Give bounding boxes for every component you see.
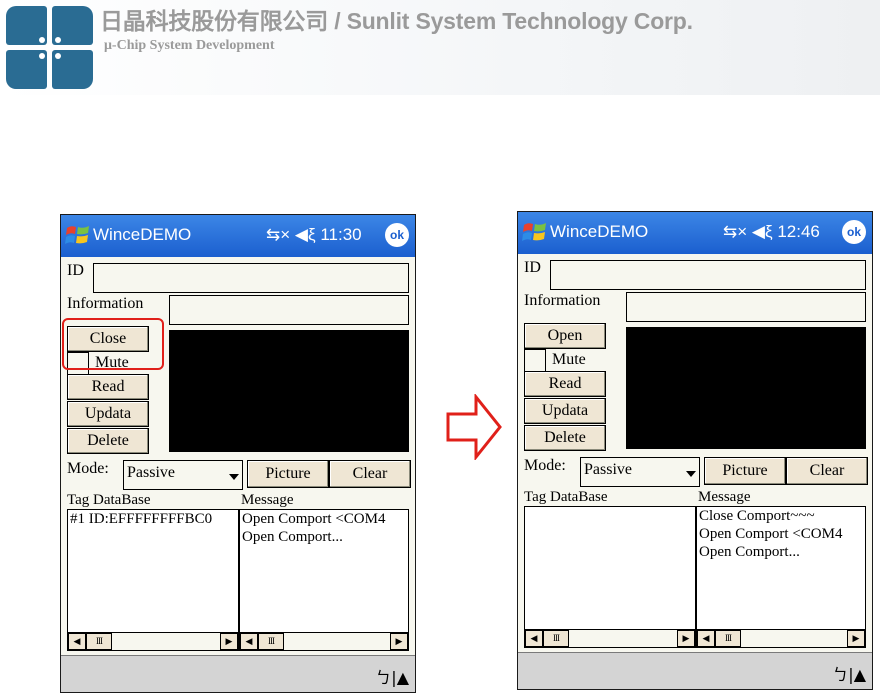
video-preview xyxy=(169,330,409,452)
mode-value: Passive xyxy=(584,461,632,478)
id-label: ID xyxy=(67,262,84,279)
bottom-menu-bar: ㄅ|▲ xyxy=(518,652,872,689)
read-button[interactable]: Read xyxy=(524,371,606,397)
list-item: Open Comport... xyxy=(699,544,800,560)
scroll-thumb[interactable]: III xyxy=(543,630,569,647)
list-item: Open Comport... xyxy=(242,529,343,545)
sip-keyboard-icon[interactable]: ㄅ|▲ xyxy=(832,661,866,685)
tag-horizontal-scrollbar[interactable]: ◀ III ▶ xyxy=(68,632,238,650)
information-label: Information xyxy=(67,295,144,312)
mode-select[interactable]: Passive xyxy=(580,457,700,487)
windows-start-icon[interactable] xyxy=(522,219,548,245)
header-banner: 日晶科技股份有限公司 / Sunlit System Technology Co… xyxy=(0,0,880,95)
id-label: ID xyxy=(524,259,541,276)
connectivity-icon[interactable]: ⇆× ◀ξ xyxy=(266,225,316,244)
delete-button[interactable]: Delete xyxy=(67,428,149,454)
information-label: Information xyxy=(524,292,601,309)
scroll-right-icon[interactable]: ▶ xyxy=(677,630,695,647)
message-horizontal-scrollbar[interactable]: ◀ III ▶ xyxy=(240,632,408,650)
app-title: WinceDEMO xyxy=(550,222,649,241)
scroll-thumb[interactable]: III xyxy=(258,633,284,650)
sip-keyboard-icon[interactable]: ㄅ|▲ xyxy=(375,664,409,688)
scroll-right-icon[interactable]: ▶ xyxy=(847,630,865,647)
company-tagline: μ-Chip System Development xyxy=(104,38,275,53)
right-arrow-icon xyxy=(446,394,502,460)
company-name: 日晶科技股份有限公司 / Sunlit System Technology Co… xyxy=(100,8,693,34)
updata-button[interactable]: Updata xyxy=(67,401,149,427)
scroll-left-icon[interactable]: ◀ xyxy=(697,630,715,647)
message-label: Message xyxy=(241,492,294,508)
clear-button[interactable]: Clear xyxy=(329,460,411,488)
bottom-menu-bar: ㄅ|▲ xyxy=(61,655,415,692)
windows-start-icon[interactable] xyxy=(65,222,91,248)
title-bar: WinceDEMO ⇆× ◀ξ 11:30 ok xyxy=(61,215,415,257)
list-item[interactable]: #1 ID:EFFFFFFFFBC0 xyxy=(68,510,238,528)
id-field[interactable] xyxy=(550,260,866,290)
scroll-right-icon[interactable]: ▶ xyxy=(220,633,238,650)
mode-select[interactable]: Passive xyxy=(123,460,243,490)
clock-time[interactable]: 12:46 xyxy=(777,222,820,241)
mode-value: Passive xyxy=(127,464,175,481)
scroll-left-icon[interactable]: ◀ xyxy=(240,633,258,650)
screen-after: WinceDEMO ⇆× ◀ξ 12:46 ok ID Information … xyxy=(517,211,873,690)
information-field[interactable] xyxy=(169,295,409,325)
message-horizontal-scrollbar[interactable]: ◀ III ▶ xyxy=(697,629,865,647)
title-bar: WinceDEMO ⇆× ◀ξ 12:46 ok xyxy=(518,212,872,254)
list-item: Close Comport~~~ xyxy=(699,508,815,524)
mode-label: Mode: xyxy=(67,460,109,477)
ok-button[interactable]: ok xyxy=(385,223,409,247)
tag-database-label: Tag DataBase xyxy=(524,489,608,505)
list-item: Open Comport <COM4 xyxy=(699,526,843,542)
scroll-thumb[interactable]: III xyxy=(86,633,112,650)
scroll-thumb[interactable]: III xyxy=(715,630,741,647)
company-logo xyxy=(6,6,94,90)
tag-database-list[interactable]: ◀ III ▶ xyxy=(524,506,696,648)
comport-toggle-button[interactable]: Open xyxy=(524,323,606,349)
list-item: Open Comport <COM4 xyxy=(242,511,386,527)
delete-button[interactable]: Delete xyxy=(524,425,606,451)
connectivity-icon[interactable]: ⇆× ◀ξ xyxy=(723,222,773,241)
scroll-left-icon[interactable]: ◀ xyxy=(68,633,86,650)
tag-database-label: Tag DataBase xyxy=(67,492,151,508)
mode-label: Mode: xyxy=(524,457,566,474)
chevron-down-icon xyxy=(229,474,239,480)
tag-database-list[interactable]: #1 ID:EFFFFFFFFBC0 ◀ III ▶ xyxy=(67,509,239,651)
updata-button[interactable]: Updata xyxy=(524,398,606,424)
message-list[interactable]: Open Comport <COM4 Open Comport... ◀ III … xyxy=(239,509,409,651)
scroll-right-icon[interactable]: ▶ xyxy=(390,633,408,650)
tag-horizontal-scrollbar[interactable]: ◀ III ▶ xyxy=(525,629,695,647)
picture-button[interactable]: Picture xyxy=(247,460,329,488)
clear-button[interactable]: Clear xyxy=(786,457,868,485)
ok-button[interactable]: ok xyxy=(842,220,866,244)
video-preview xyxy=(626,327,866,449)
screen-before: WinceDEMO ⇆× ◀ξ 11:30 ok ID Information … xyxy=(60,214,416,693)
message-label: Message xyxy=(698,489,751,505)
app-title: WinceDEMO xyxy=(93,225,192,244)
mute-label: Mute xyxy=(552,351,586,368)
scroll-left-icon[interactable]: ◀ xyxy=(525,630,543,647)
information-field[interactable] xyxy=(626,292,866,322)
chevron-down-icon xyxy=(686,471,696,477)
message-list[interactable]: Close Comport~~~ Open Comport <COM4 Open C… xyxy=(696,506,866,648)
close-button-highlight xyxy=(62,318,164,370)
id-field[interactable] xyxy=(93,263,409,293)
picture-button[interactable]: Picture xyxy=(704,457,786,485)
clock-time[interactable]: 11:30 xyxy=(320,225,361,244)
read-button[interactable]: Read xyxy=(67,374,149,400)
